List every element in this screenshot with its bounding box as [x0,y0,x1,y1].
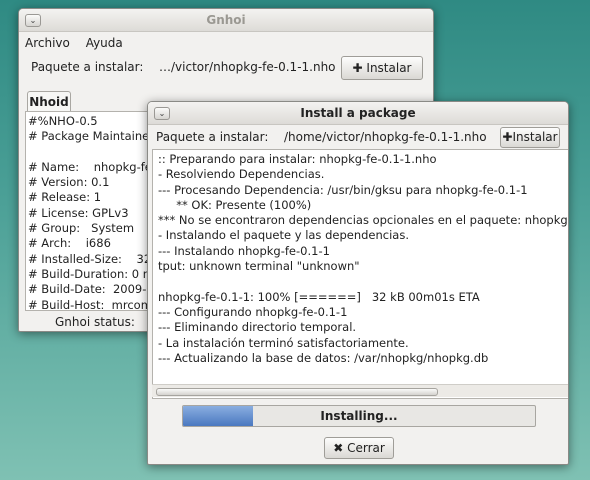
log-line: tput: unknown terminal "unknown" [158,259,360,274]
log-line: nhopkg-fe-0.1-1: 100% [======] 32 kB 00m… [158,289,480,304]
log-line: - La instalación terminó satisfactoriame… [158,335,409,350]
plus-icon: ✚ [502,130,513,144]
gnhoi-status-label: Gnhoi status: [55,315,135,329]
install-button-label: Instalar [366,61,412,75]
tab-nhoid[interactable]: Nhoid [27,91,71,112]
install-package-row: Paquete a instalar: /home/victor/nhopkg-… [148,125,568,149]
install-window: ⌄ Install a package Paquete a instalar: … [147,101,569,465]
install-package-button-label: Instalar [512,130,558,144]
close-icon: ✖ [333,441,344,455]
log-line: --- Instalando nhopkg-fe-0.1-1 [158,243,330,258]
install-output-log: :: Preparando para instalar: nhopkg-fe-0… [152,149,569,399]
log-line: --- Configurando nhopkg-fe-0.1-1 [158,304,348,319]
log-line: *** No se encontraron dependencias opcio… [158,213,569,228]
install-progress-bar: Installing... [182,405,536,427]
log-line: - Resolviendo Dependencias. [158,167,325,182]
plus-icon: ✚ [352,61,363,75]
progress-text: Installing... [320,409,398,423]
scrollbar-thumb[interactable] [156,388,438,396]
horizontal-scrollbar[interactable] [152,384,568,397]
package-path: …/victor/nhopkg-fe-0.1-1.nho [159,60,336,74]
install-button[interactable]: ✚ Instalar [341,56,423,80]
close-button-label: Cerrar [347,441,385,455]
gnhoi-titlebar: ⌄ Gnhoi [19,9,433,32]
install-window-title: Install a package [300,106,416,120]
package-label: Paquete a instalar: [31,60,144,74]
install-package-label: Paquete a instalar: [156,130,269,144]
window-menu-button[interactable]: ⌄ [25,14,41,27]
install-package-path: /home/victor/nhopkg-fe-0.1-1.nho [284,130,487,144]
log-line: --- Eliminando directorio temporal. [158,320,357,335]
install-package-button[interactable]: ✚Instalar [500,127,560,148]
log-line: --- Procesando Dependencia: /usr/bin/gks… [158,182,528,197]
install-titlebar: ⌄ Install a package [148,102,568,125]
gnhoi-window-title: Gnhoi [206,13,246,27]
gnhoi-package-row: Paquete a instalar: …/victor/nhopkg-fe-0… [19,54,433,84]
log-line: --- Actualizando la base de datos: /var/… [158,350,489,365]
log-line: ** OK: Presente (100%) [158,197,312,212]
menubar: Archivo Ayuda [19,32,433,54]
log-line: - Instalando el paquete y las dependenci… [158,228,409,243]
menu-ayuda[interactable]: Ayuda [86,36,123,50]
log-line: :: Preparando para instalar: nhopkg-fe-0… [158,152,437,166]
menu-archivo[interactable]: Archivo [25,36,70,50]
window-menu-button[interactable]: ⌄ [154,107,170,120]
close-button[interactable]: ✖ Cerrar [324,437,394,459]
